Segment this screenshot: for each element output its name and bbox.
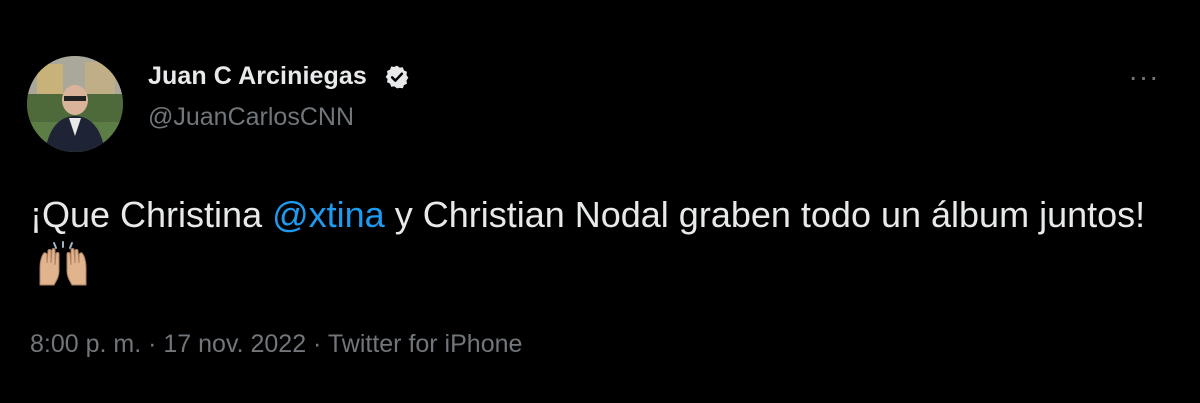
mention-link[interactable]: @xtina [272,194,385,235]
tweet-text-part2: y Christian Nodal graben todo un álbum j… [384,194,1146,235]
raising-hands-icon [39,241,87,286]
author-name[interactable]: Juan C Arciniegas [148,62,367,91]
verified-badge-icon [385,65,409,89]
avatar[interactable] [27,56,123,152]
tweet-meta: 8:00 p. m. · 17 nov. 2022 · Twitter for … [30,330,522,359]
tweet-card: Juan C Arciniegas @JuanCarlosCNN ··· ¡Qu… [0,0,1200,403]
author-handle[interactable]: @JuanCarlosCNN [148,103,354,132]
tweet-text-part1: ¡Que Christina [30,194,273,235]
meta-separator: · [306,330,328,358]
more-options-icon[interactable]: ··· [1124,62,1164,92]
meta-separator: · [141,330,164,358]
tweet-source: Twitter for iPhone [327,330,523,358]
tweet-time[interactable]: 8:00 p. m. [30,330,141,358]
tweet-text: ¡Que Christina @xtina y Christian Nodal … [30,189,1150,293]
tweet-date[interactable]: 17 nov. 2022 [163,330,306,358]
